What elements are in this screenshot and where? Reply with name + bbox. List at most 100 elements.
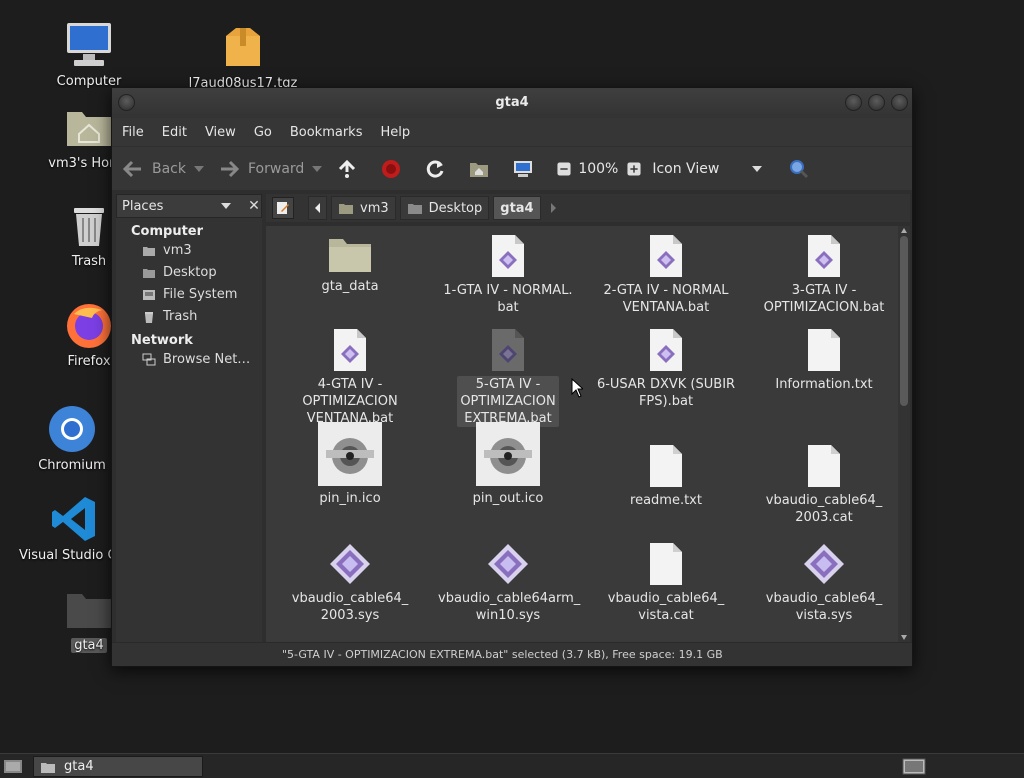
up-button[interactable] [336,158,366,180]
chromium-icon [49,406,95,452]
view-mode-select[interactable]: Icon View [652,161,744,177]
folder-icon [41,762,55,773]
computer-icon [67,23,111,66]
system-file-icon [488,544,528,584]
file-item[interactable]: 4-GTA IV - OPTIMIZACION VENTANA.bat [280,328,420,427]
desktop-icon-computer[interactable]: Computer [34,20,144,89]
taskbar-task-gta4[interactable]: gta4 [33,756,203,777]
sidebar-item-browse-network[interactable]: Browse Net… [116,348,262,370]
zoom-in-icon[interactable] [626,161,642,177]
menu-bookmarks[interactable]: Bookmarks [290,125,373,140]
file-name-label: pin_out.ico [472,491,544,506]
reload-button[interactable] [424,158,454,180]
file-item[interactable]: 3-GTA IV - OPTIMIZACION.bat [754,234,894,316]
window-titlebar[interactable]: gta4 [112,88,912,118]
menu-view[interactable]: View [205,125,246,140]
scroll-up-arrow[interactable] [901,228,907,233]
path-crumb-vm3[interactable]: vm3 [331,196,396,220]
sidebar-item-filesystem[interactable]: File System [116,283,262,305]
search-button[interactable] [788,158,818,180]
show-desktop-icon[interactable] [902,758,926,775]
maximize-button[interactable] [868,94,885,111]
file-item[interactable]: Information.txt [754,328,894,393]
computer-button[interactable] [512,158,542,180]
places-dropdown-arrow[interactable] [221,203,231,209]
zoom-level: 100% [578,160,619,177]
path-crumb-label: gta4 [500,200,534,216]
forward-history-arrow[interactable] [312,165,323,172]
script-file-icon [650,235,682,277]
chevron-right-icon[interactable] [550,203,556,213]
network-icon [142,353,156,365]
pathbar-scroll-left[interactable] [308,196,327,220]
zoom-out-icon[interactable] [556,161,572,177]
desktop-icon-archive[interactable]: l7aud08us17.tgz [188,22,298,91]
stop-icon [382,159,401,178]
file-item[interactable]: 2-GTA IV - NORMAL VENTANA.bat [596,234,736,316]
minimize-button[interactable] [845,94,862,111]
zoom-control[interactable]: 100% Icon View [556,160,763,177]
script-file-icon [492,329,524,371]
trash-icon [74,208,104,246]
taskbar-task-label: gta4 [64,759,94,774]
sidebar-item-trash[interactable]: Trash [116,305,262,327]
file-item[interactable]: gta_data [280,234,420,295]
file-name-label: 5-GTA IV - OPTIMIZACION EXTREMA.bat [457,376,559,427]
file-name-label: 2-GTA IV - NORMAL VENTANA.bat [603,283,729,315]
sidebar-item-label: vm3 [163,243,192,258]
file-name-label: gta_data [321,279,379,294]
file-item[interactable]: vbaudio_cable64_ 2003.cat [754,444,894,526]
location-edit-button[interactable] [272,197,294,219]
menu-help[interactable]: Help [380,125,420,140]
forward-arrow-icon [221,160,240,177]
file-item[interactable]: vbaudio_cable64arm_ win10.sys [438,542,581,624]
forward-button[interactable]: Forward [218,158,323,180]
close-sidebar-icon[interactable]: ✕ [242,194,266,218]
sidebar-item-label: Browse Net… [163,352,251,367]
vertical-scrollbar[interactable] [898,226,910,642]
file-manager-window: gta4 File Edit View Go Bookmarks Help Ba… [111,87,913,667]
taskbar: gta4 [0,753,1024,778]
file-item[interactable]: vbaudio_cable64_ vista.sys [754,542,894,624]
file-item[interactable]: vbaudio_cable64_ 2003.sys [280,542,420,624]
path-crumb-desktop[interactable]: Desktop [399,196,490,220]
status-bar: "5-GTA IV - OPTIMIZACION EXTREMA.bat" se… [112,642,912,666]
file-item[interactable]: 5-GTA IV - OPTIMIZACION EXTREMA.bat [438,328,578,427]
content-area: vm3 Desktop gta4 gta_data 1-GTA IV - NORM… [266,194,910,642]
text-file-icon [650,445,682,487]
sidebar-item-label: File System [163,287,238,302]
stop-button[interactable] [380,158,410,180]
scrollbar-thumb[interactable] [900,236,908,406]
file-item[interactable]: 1-GTA IV - NORMAL. bat [438,234,578,316]
scroll-down-arrow[interactable] [901,635,907,640]
path-crumb-gta4[interactable]: gta4 [493,196,541,220]
menu-go[interactable]: Go [254,125,282,140]
places-sidebar: Places ✕ Computer vm3 Desktop File Syste… [116,194,262,642]
menu-file[interactable]: File [122,125,154,140]
applications-menu-icon[interactable] [3,757,23,775]
back-history-arrow[interactable] [194,165,204,172]
text-file-icon [808,329,840,371]
file-item[interactable]: pin_in.ico [280,422,420,507]
file-item[interactable]: readme.txt [596,444,736,509]
sidebar-item-desktop[interactable]: Desktop [116,261,262,283]
places-selector[interactable]: Places [116,194,262,218]
desktop-icon-label: gta4 [71,638,107,653]
back-button[interactable]: Back [122,158,204,180]
script-file-icon [334,329,366,371]
system-file-icon [804,544,844,584]
close-button[interactable] [891,94,908,111]
sidebar-item-vm3[interactable]: vm3 [116,239,262,261]
view-mode-dropdown-arrow[interactable] [752,165,763,172]
file-item[interactable]: pin_out.ico [438,422,578,507]
file-name-label: vbaudio_cable64arm_ win10.sys [438,591,581,623]
firefox-icon [67,304,111,348]
toolbar: Back Forward 100% Icon View [112,146,912,190]
file-item[interactable]: 6-USAR DXVK (SUBIR FPS).bat [596,328,736,410]
menu-edit[interactable]: Edit [162,125,197,140]
file-item[interactable]: vbaudio_cable64_ vista.cat [596,542,736,624]
up-arrow-icon [339,159,356,178]
home-button[interactable] [468,158,498,180]
text-file-icon [808,445,840,487]
main-area: Places ✕ Computer vm3 Desktop File Syste… [112,190,912,666]
